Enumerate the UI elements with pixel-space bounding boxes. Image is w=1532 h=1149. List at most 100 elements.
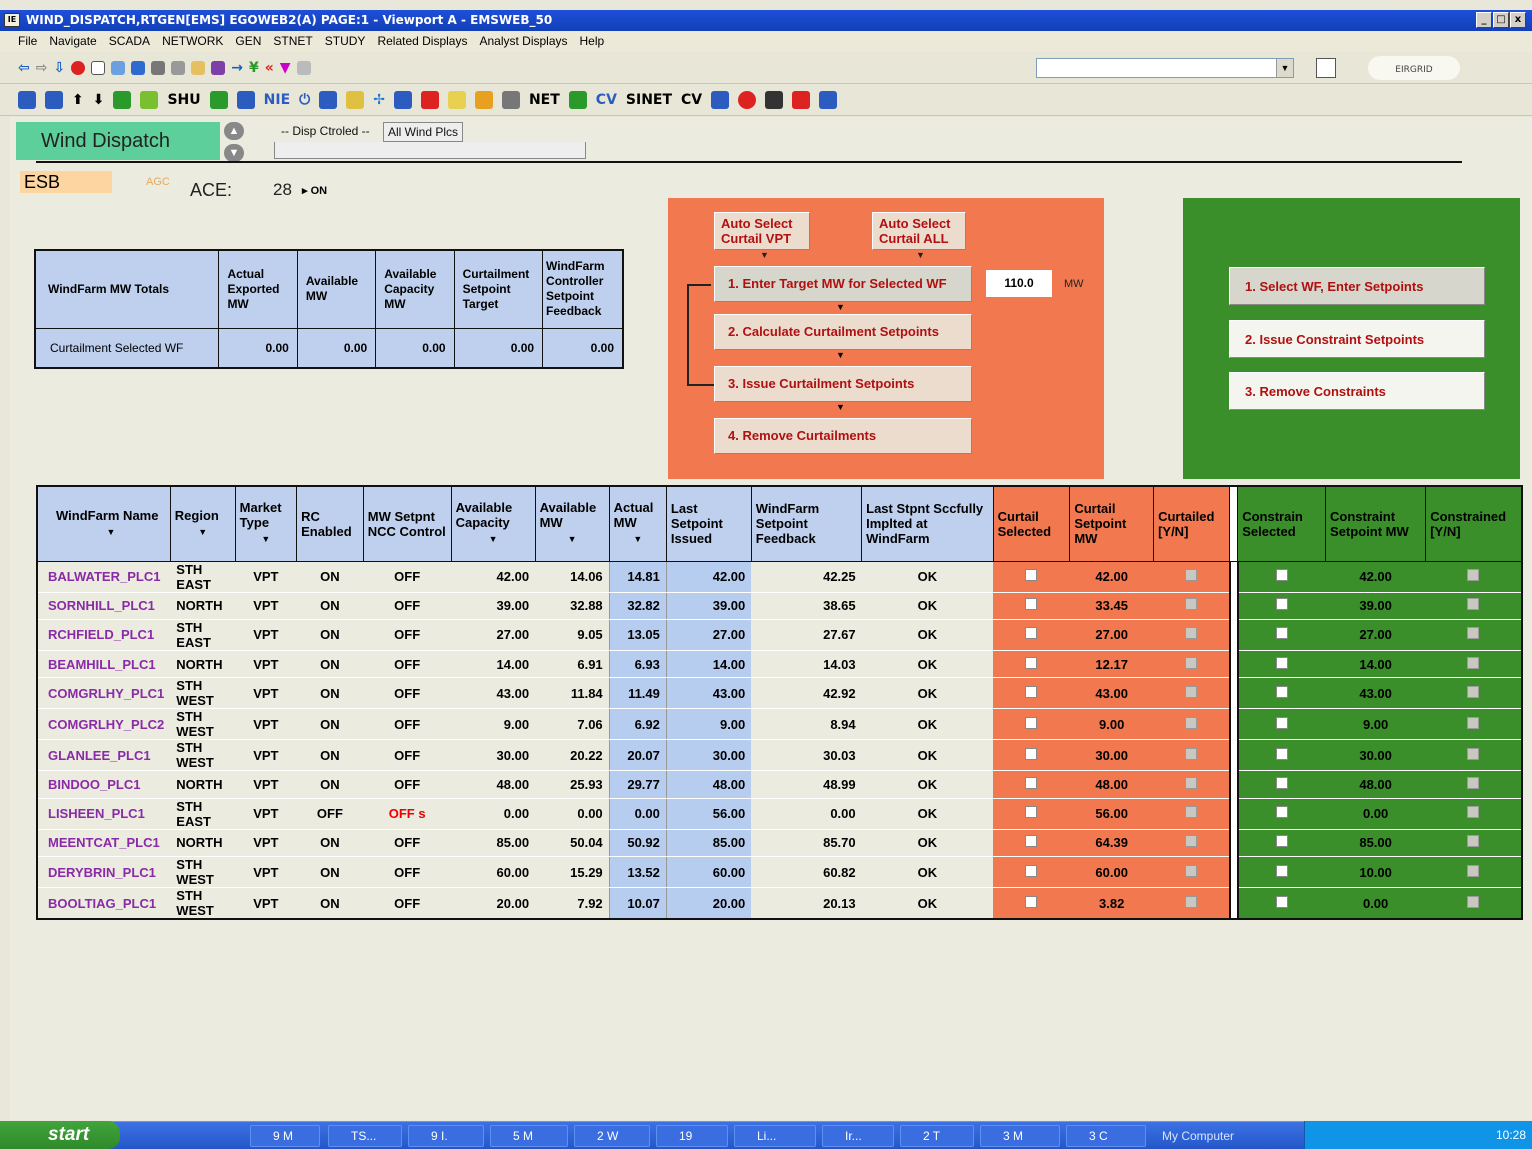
column-header[interactable]: RC Enabled bbox=[296, 485, 364, 562]
flash-icon[interactable] bbox=[474, 91, 493, 109]
column-header[interactable]: Available Capacity ▼ bbox=[450, 485, 536, 562]
target-mw-input[interactable]: 110.0 bbox=[986, 270, 1052, 297]
leaf-icon[interactable] bbox=[209, 91, 228, 109]
constrain-selected[interactable] bbox=[1237, 592, 1326, 620]
company-field[interactable]: ESB bbox=[20, 171, 112, 193]
column-header[interactable]: Last Stpnt Sccfully Implted at WindFarm bbox=[861, 485, 994, 562]
checkbox[interactable] bbox=[1276, 776, 1289, 789]
menu-network[interactable]: NETWORK bbox=[162, 31, 223, 52]
chart-icon[interactable] bbox=[819, 91, 838, 109]
column-header[interactable]: Actual MW ▼ bbox=[608, 485, 667, 562]
shu-label[interactable]: SHU bbox=[167, 92, 200, 108]
curtail-selected[interactable] bbox=[993, 887, 1070, 920]
column-header[interactable]: Curtailed [Y/N] bbox=[1153, 485, 1231, 562]
constraint-setpoint[interactable]: 43.00 bbox=[1325, 677, 1426, 710]
table-row[interactable]: SORNHILL_PLC1 NORTH VPT ON OFF 39.00 32.88 32.8… bbox=[37, 592, 1522, 620]
checkbox[interactable] bbox=[1276, 806, 1289, 819]
layout-icon[interactable] bbox=[131, 61, 146, 75]
checkbox[interactable] bbox=[1276, 747, 1289, 760]
cv-label[interactable]: CV bbox=[596, 92, 617, 108]
curtail-selected[interactable] bbox=[993, 798, 1070, 830]
my-computer-label[interactable]: My Computer bbox=[1162, 1129, 1234, 1143]
checkbox[interactable] bbox=[1025, 598, 1038, 611]
table-row[interactable]: DERYBRIN_PLC1 STH WEST VPT ON OFF 60.00 15.29 1… bbox=[37, 856, 1522, 889]
sort-down-icon[interactable]: ▼ bbox=[614, 532, 662, 547]
menu-scada[interactable]: SCADA bbox=[109, 31, 150, 52]
curtail-selected[interactable] bbox=[993, 770, 1070, 799]
grid-icon[interactable] bbox=[140, 91, 159, 109]
table-row[interactable]: MEENTCAT_PLC1 NORTH VPT ON OFF 85.00 50.04 50.9… bbox=[37, 829, 1522, 858]
taskbar-button[interactable]: 2 T bbox=[900, 1125, 974, 1147]
taskbar-button[interactable]: 3 M bbox=[980, 1125, 1060, 1147]
enter-target-mw-button[interactable]: 1. Enter Target MW for Selected WF bbox=[714, 266, 972, 302]
menu-study[interactable]: STUDY bbox=[325, 31, 366, 52]
back-icon[interactable]: ⇦ bbox=[18, 60, 30, 76]
constraint-setpoint[interactable]: 39.00 bbox=[1325, 592, 1426, 620]
tab-all-wind-plcs[interactable]: All Wind Plcs bbox=[383, 122, 464, 142]
constrain-selected[interactable] bbox=[1237, 677, 1326, 710]
remove-constraints-button[interactable]: 3. Remove Constraints bbox=[1229, 372, 1485, 410]
panel-icon[interactable] bbox=[211, 61, 226, 75]
sort-down-icon[interactable]: ▼ bbox=[456, 532, 531, 547]
refresh-icon[interactable] bbox=[91, 61, 106, 75]
menu-gen[interactable]: GEN bbox=[235, 31, 261, 52]
column-header[interactable]: Constrain Selected bbox=[1237, 485, 1327, 562]
taskbar-button[interactable]: 19 bbox=[656, 1125, 728, 1147]
sort-down-icon[interactable]: ▼ bbox=[175, 525, 231, 540]
taskbar-button[interactable]: TS... bbox=[328, 1125, 402, 1147]
minimize-button[interactable]: _ bbox=[1476, 12, 1492, 28]
constraint-setpoint[interactable]: 0.00 bbox=[1325, 798, 1426, 830]
taskbar-button[interactable]: Li... bbox=[734, 1125, 816, 1147]
checkbox[interactable] bbox=[1276, 598, 1289, 611]
checkbox[interactable] bbox=[1025, 569, 1038, 581]
constraint-setpoint[interactable]: 14.00 bbox=[1325, 650, 1426, 679]
curtail-selected[interactable] bbox=[993, 708, 1070, 741]
table-icon[interactable] bbox=[711, 91, 730, 109]
tool-green-icon[interactable]: ¥ bbox=[249, 60, 259, 76]
constraint-setpoint[interactable]: 9.00 bbox=[1325, 708, 1426, 741]
curtail-selected[interactable] bbox=[993, 856, 1070, 889]
alarm-icon[interactable] bbox=[420, 91, 439, 109]
checkbox[interactable] bbox=[1276, 864, 1289, 877]
menu-icon[interactable] bbox=[765, 91, 784, 109]
taskbar-button[interactable]: 5 M bbox=[490, 1125, 568, 1147]
table-row[interactable]: COMGRLHY_PLC1 STH WEST VPT ON OFF 43.00 11.84 1… bbox=[37, 677, 1522, 710]
arrow-right-icon[interactable]: → bbox=[231, 60, 243, 76]
arrow-up-icon[interactable]: ▲ bbox=[224, 122, 244, 140]
print-icon[interactable] bbox=[151, 61, 166, 75]
curtail-selected[interactable] bbox=[993, 561, 1070, 593]
constraint-setpoint[interactable]: 48.00 bbox=[1325, 770, 1426, 799]
curtail-setpoint[interactable]: 64.39 bbox=[1069, 829, 1154, 858]
curtail-setpoint[interactable]: 3.82 bbox=[1069, 887, 1154, 920]
column-header[interactable]: Available MW ▼ bbox=[534, 485, 610, 562]
menu-related-displays[interactable]: Related Displays bbox=[377, 31, 467, 52]
download-icon[interactable]: ⇩ bbox=[53, 60, 65, 76]
issue-curtailment-button[interactable]: 3. Issue Curtailment Setpoints bbox=[714, 366, 972, 402]
checkbox[interactable] bbox=[1025, 716, 1038, 729]
taskbar-button[interactable]: 9 M bbox=[250, 1125, 320, 1147]
curtail-setpoint[interactable]: 30.00 bbox=[1069, 739, 1154, 772]
table-row[interactable]: GLANLEE_PLC1 STH WEST VPT ON OFF 30.00 20.22 20… bbox=[37, 739, 1522, 772]
curtail-setpoint[interactable]: 43.00 bbox=[1069, 677, 1154, 710]
checkbox[interactable] bbox=[1276, 627, 1289, 640]
chevron-down-icon[interactable]: ▼ bbox=[1276, 59, 1293, 77]
sinet-label[interactable]: SINET bbox=[626, 92, 672, 108]
auto-select-curtail-vpt-button[interactable]: Auto Select Curtail VPT bbox=[714, 212, 810, 250]
table-row[interactable]: BINDOO_PLC1 NORTH VPT ON OFF 48.00 25.93 29.77 4… bbox=[37, 770, 1522, 799]
column-header[interactable]: MW Setpnt NCC Control bbox=[362, 485, 452, 562]
bin-icon[interactable] bbox=[296, 61, 311, 75]
curtail-setpoint[interactable]: 42.00 bbox=[1069, 561, 1154, 593]
address-combo[interactable]: ▼ bbox=[1036, 58, 1294, 78]
checkbox[interactable] bbox=[1276, 835, 1289, 848]
home-icon[interactable] bbox=[111, 61, 126, 75]
auto-select-curtail-all-button[interactable]: Auto Select Curtail ALL bbox=[872, 212, 966, 250]
column-header[interactable]: WindFarm Name ▼ bbox=[36, 485, 171, 562]
column-header[interactable]: Market Type ▼ bbox=[234, 485, 298, 562]
curtail-setpoint[interactable]: 48.00 bbox=[1069, 770, 1154, 799]
curtail-selected[interactable] bbox=[993, 829, 1070, 858]
calculate-curtailment-button[interactable]: 2. Calculate Curtailment Setpoints bbox=[714, 314, 972, 350]
sort-down-icon[interactable]: ▼ bbox=[240, 532, 292, 547]
checkbox[interactable] bbox=[1025, 806, 1038, 819]
up-icon[interactable]: ⬆ bbox=[72, 92, 84, 108]
checkbox[interactable] bbox=[1276, 656, 1289, 669]
